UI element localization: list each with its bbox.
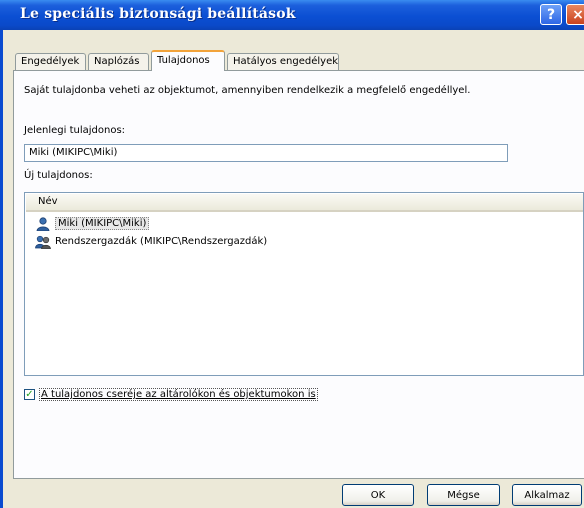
window-frame-left (0, 30, 3, 508)
checkmark-icon: ✓ (25, 388, 34, 400)
new-owner-label: Új tulajdonos: (24, 170, 93, 181)
list-item-label: Rendszergazdák (MIKIPC\Rendszergazdák) (55, 236, 268, 247)
cancel-button[interactable]: Mégse (427, 484, 500, 506)
ok-button[interactable]: OK (342, 484, 414, 506)
tab-permissions[interactable]: Engedélyek (15, 53, 86, 70)
replace-owner-label[interactable]: A tulajdonos cseréje az altárolókon és o… (39, 388, 318, 401)
tab-owner[interactable]: Tulajdonos (151, 50, 225, 71)
apply-button[interactable]: Alkalmaz (512, 484, 582, 506)
group-icon (35, 235, 51, 249)
owner-intro-text: Saját tulajdonba veheti az objektumot, a… (24, 85, 471, 96)
replace-owner-checkbox-row[interactable]: ✓ A tulajdonos cseréje az altárolókon és… (24, 388, 318, 401)
replace-owner-checkbox[interactable]: ✓ (24, 389, 35, 400)
title-bar: Le speciális biztonsági beállítások ? × (0, 0, 584, 30)
help-button[interactable]: ? (540, 4, 562, 25)
list-item[interactable]: Miki (MIKIPC\Miki) (35, 215, 150, 232)
tab-effective-permissions[interactable]: Hatályos engedélyek (227, 53, 339, 70)
list-column-header-name[interactable]: Név (26, 194, 583, 212)
close-button[interactable]: × (566, 4, 584, 25)
list-item[interactable]: Rendszergazdák (MIKIPC\Rendszergazdák) (35, 233, 267, 250)
list-item-label: Miki (MIKIPC\Miki) (55, 217, 150, 230)
current-owner-field: Miki (MIKIPC\Miki) (24, 144, 508, 162)
window-title: Le speciális biztonsági beállítások (20, 6, 296, 22)
user-icon (35, 216, 51, 231)
current-owner-label: Jelenlegi tulajdonos: (24, 125, 126, 136)
new-owner-list[interactable]: Név Miki (MIKIPC\Miki) Rendszergazdák (M… (24, 192, 584, 376)
tab-auditing[interactable]: Naplózás (88, 53, 149, 70)
